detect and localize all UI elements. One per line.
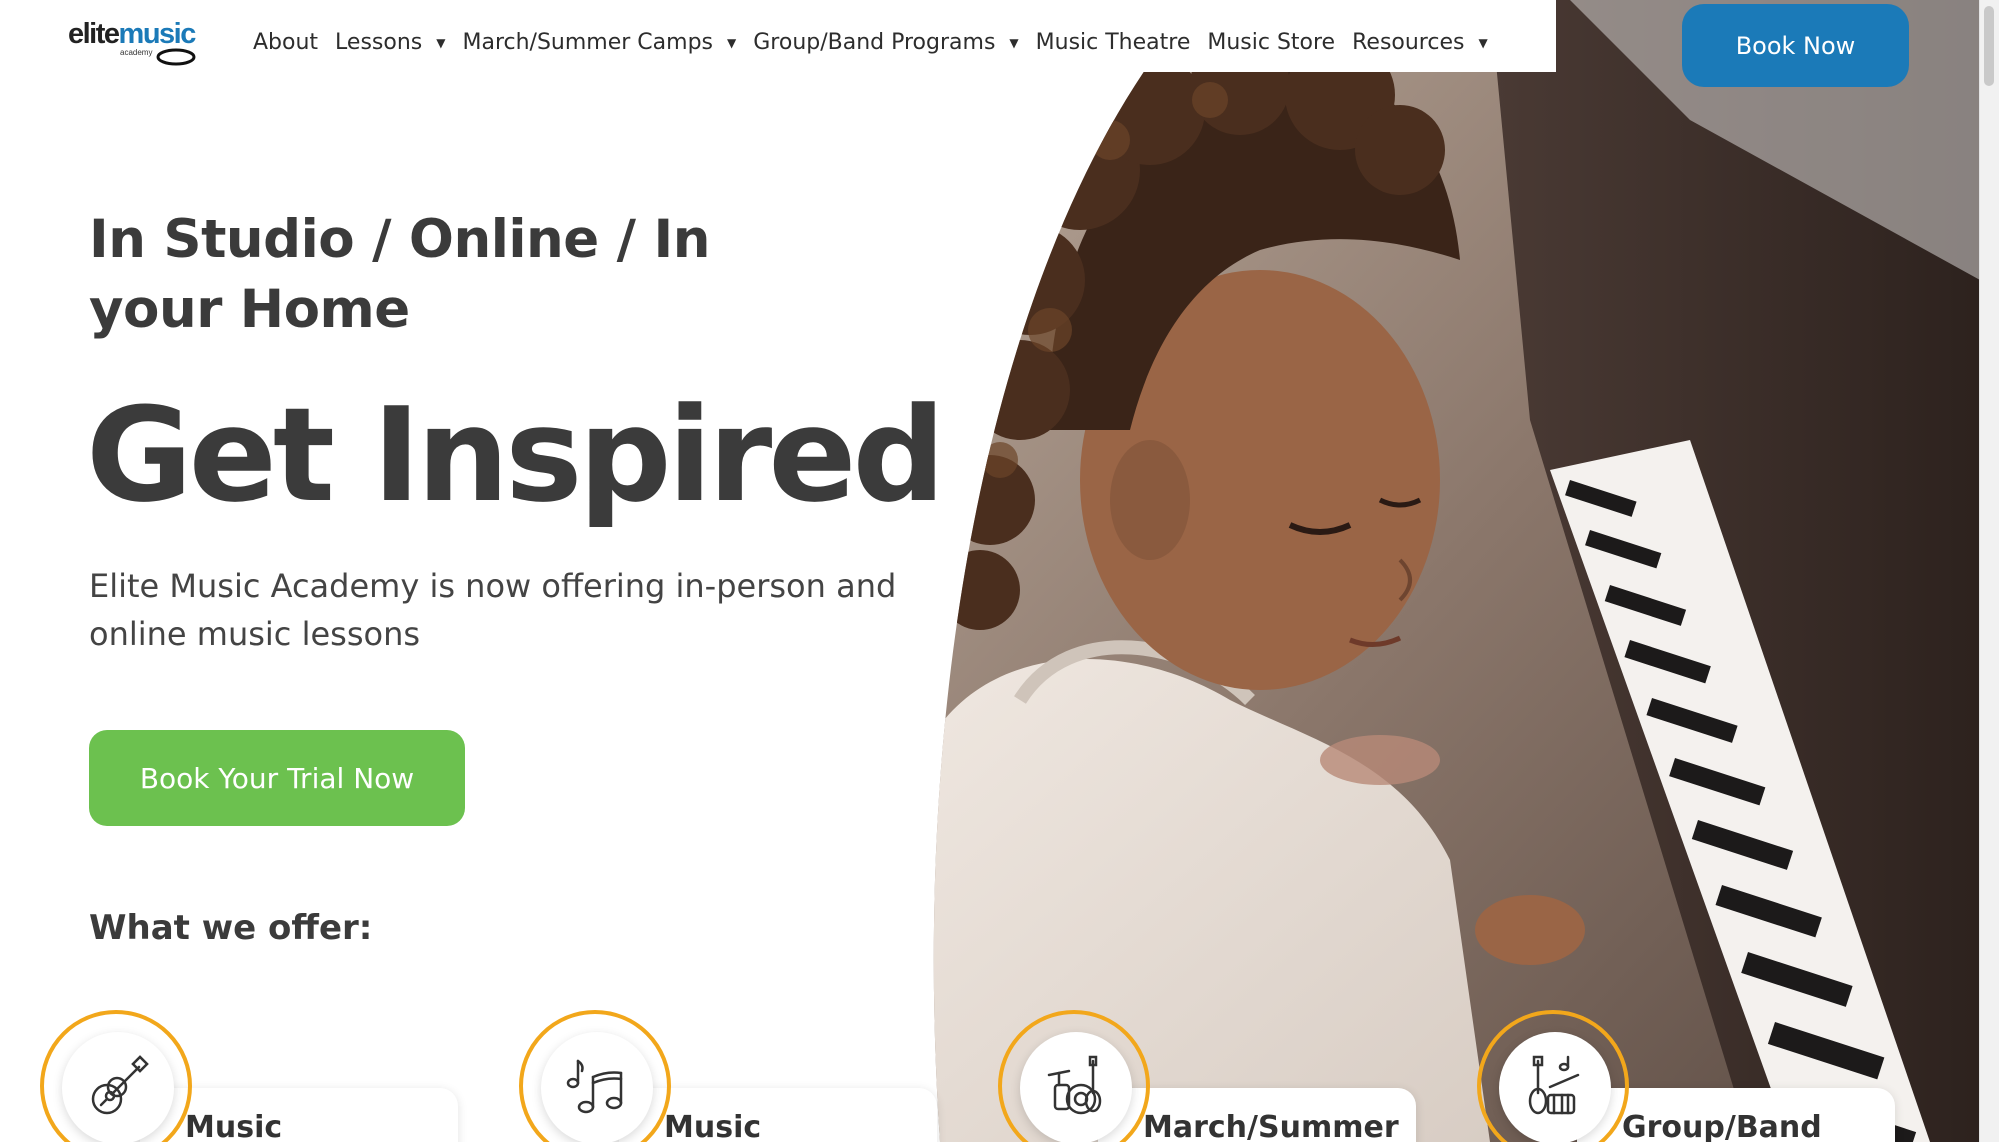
offer-card-label: Music [664,1110,762,1142]
offer-card-label: Music [185,1110,283,1142]
logo-word-elite: elite [68,18,120,50]
book-trial-button[interactable]: Book Your Trial Now [89,730,465,826]
nav-item-resources[interactable]: Resources ▼ [1352,30,1488,55]
nav-item-about[interactable]: About [253,30,318,55]
nav-item-lessons[interactable]: Lessons ▼ [335,30,445,55]
nav-item-group-band-programs[interactable]: Group/Band Programs ▼ [753,30,1018,55]
offer-icon-disc [1020,1032,1132,1142]
nav-item-music-theatre[interactable]: Music Theatre [1036,30,1191,55]
offer-card-label: March/Summer [1143,1110,1399,1142]
hero-photo [930,0,1980,1142]
page-scrollbar[interactable] [1979,0,1999,1142]
band-instruments-icon [1528,1055,1580,1115]
caret-down-icon[interactable]: ▼ [436,36,445,50]
offer-card-music-lessons[interactable]: Music [40,1010,460,1142]
nav-item-label: Group/Band Programs [753,30,996,55]
hero-title: Get Inspired [86,379,946,531]
nav-item-label: Music Theatre [1035,30,1191,55]
nav-item-label: Music Store [1207,30,1336,55]
nav-item-label: About [253,30,319,55]
main-nav: About Lessons ▼ March/Summer Camps ▼ Group/Ba… [253,30,1505,55]
guitar-icon [91,1055,149,1115]
scrollbar-thumb[interactable] [1984,6,1994,86]
offer-heading: What we offer: [89,908,373,948]
hero-subtitle: In Studio / Online / In your Home [89,209,710,340]
drum-guitar-icon [1047,1055,1102,1115]
nav-item-march-summer-camps[interactable]: March/Summer Camps ▼ [462,30,736,55]
nav-item-label: March/Summer Camps [462,30,714,55]
book-now-button[interactable]: Book Now [1682,4,1909,87]
offer-card-camps[interactable]: March/Summer [998,1010,1418,1142]
offer-icon-disc [1499,1032,1611,1142]
logo-subtext: academy [120,48,153,57]
nav-item-music-store[interactable]: Music Store [1207,30,1335,55]
music-notes-icon [566,1059,623,1114]
nav-item-label: Lessons [335,30,423,55]
nav-item-label: Resources [1352,30,1465,55]
girl-playing-piano-image [933,0,1980,1142]
logo[interactable]: elitemusic academy [68,18,198,68]
caret-down-icon[interactable]: ▼ [727,36,736,50]
caret-down-icon[interactable]: ▼ [1009,36,1018,50]
logo-swoosh-icon [156,48,196,66]
caret-down-icon[interactable]: ▼ [1478,36,1487,50]
offer-card-group-band[interactable]: Group/Band [1477,1010,1897,1142]
page: elitemusic academy About Lessons ▼ March/Su… [0,0,1999,1142]
offer-icon-disc [62,1032,174,1142]
hero-description: Elite Music Academy is now offering in-p… [89,567,897,653]
offer-card-label: Group/Band [1622,1110,1822,1142]
offer-card-music-theory[interactable]: Music [519,1010,939,1142]
offer-icon-disc [541,1032,653,1142]
